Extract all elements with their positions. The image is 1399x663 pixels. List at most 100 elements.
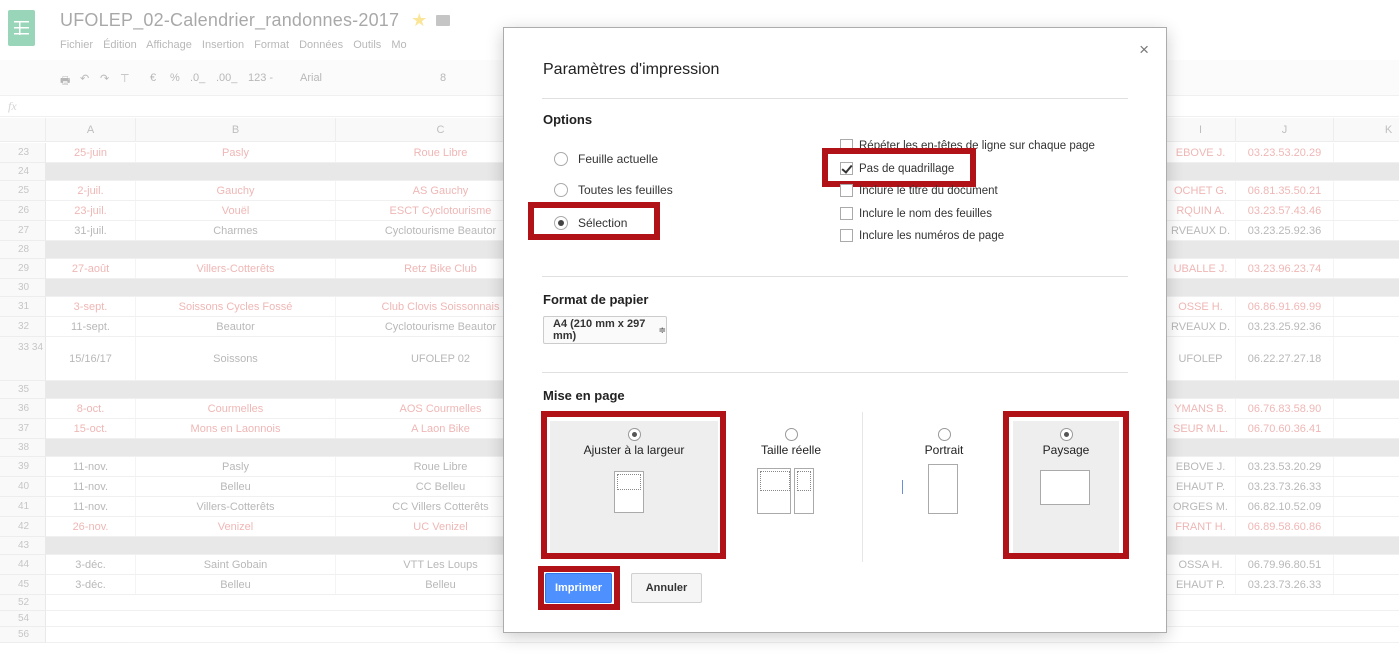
- table-cell[interactable]: ORGES M.: [1166, 497, 1236, 516]
- table-cell[interactable]: SEUR M.L.: [1166, 419, 1236, 438]
- table-cell[interactable]: EBOVE J.: [1166, 457, 1236, 476]
- checkbox-include-sheet-names[interactable]: Inclure le nom des feuilles: [840, 207, 992, 220]
- table-cell[interactable]: Belleu: [136, 575, 336, 594]
- table-cell[interactable]: 03.23.53.20.29: [1236, 143, 1334, 162]
- font-size-select[interactable]: 8: [440, 72, 446, 84]
- table-cell[interactable]: 26-nov.: [46, 517, 136, 536]
- table-cell[interactable]: 06.22.27.27.18: [1236, 337, 1334, 380]
- radio-current-sheet[interactable]: Feuille actuelle: [554, 152, 658, 166]
- row-number[interactable]: 52: [0, 595, 46, 611]
- table-cell[interactable]: 03.23.73.26.33: [1236, 477, 1334, 496]
- table-cell[interactable]: 3-sept.: [46, 297, 136, 316]
- row-number[interactable]: 25: [0, 181, 46, 201]
- undo-icon[interactable]: ↶: [80, 72, 89, 85]
- radio-selection[interactable]: Sélection: [554, 216, 627, 230]
- column-header[interactable]: B: [136, 118, 336, 142]
- menu-format[interactable]: Format: [254, 39, 289, 51]
- table-cell[interactable]: RQUIN A.: [1166, 201, 1236, 220]
- table-cell[interactable]: Mons en Laonnois: [136, 419, 336, 438]
- radio-all-sheets[interactable]: Toutes les feuilles: [554, 183, 673, 197]
- table-cell[interactable]: 03.23.53.20.29: [1236, 457, 1334, 476]
- document-title-text[interactable]: UFOLEP_02-Calendrier_randonnes-2017: [60, 10, 399, 30]
- table-cell[interactable]: 06.81.35.50.21: [1236, 181, 1334, 200]
- close-icon[interactable]: ×: [1139, 40, 1149, 60]
- table-cell[interactable]: 06.79.96.80.51: [1236, 555, 1334, 574]
- table-cell[interactable]: OSSA H.: [1166, 555, 1236, 574]
- checkbox[interactable]: [840, 207, 853, 220]
- row-number[interactable]: 43: [0, 537, 46, 555]
- paint-format-icon[interactable]: ⊤: [120, 72, 130, 85]
- checkbox-repeat-headers[interactable]: Répéter les en-têtes de ligne sur chaque…: [840, 139, 1095, 152]
- row-number[interactable]: 54: [0, 611, 46, 627]
- table-cell[interactable]: RVEAUX D.: [1166, 221, 1236, 240]
- table-cell[interactable]: 06.76.83.58.90: [1236, 399, 1334, 418]
- print-button[interactable]: Imprimer: [545, 573, 612, 603]
- layout-fit-width[interactable]: Ajuster à la largeur: [550, 428, 718, 457]
- row-number[interactable]: 28: [0, 241, 46, 259]
- row-number[interactable]: 31: [0, 297, 46, 317]
- row-number[interactable]: 32: [0, 317, 46, 337]
- row-number[interactable]: 29: [0, 259, 46, 279]
- row-number[interactable]: 23: [0, 143, 46, 163]
- checkbox-include-page-numbers[interactable]: Inclure les numéros de page: [840, 229, 1004, 242]
- table-cell[interactable]: 31-juil.: [46, 221, 136, 240]
- table-cell[interactable]: 11-nov.: [46, 497, 136, 516]
- table-cell[interactable]: Charmes: [136, 221, 336, 240]
- table-cell[interactable]: UBALLE J.: [1166, 259, 1236, 278]
- paper-size-select[interactable]: A4 (210 mm x 297 mm) ≑: [543, 316, 667, 344]
- row-number[interactable]: 40: [0, 477, 46, 497]
- table-cell[interactable]: Beautor: [136, 317, 336, 336]
- table-cell[interactable]: YMANS B.: [1166, 399, 1236, 418]
- print-icon[interactable]: 🖶: [60, 72, 70, 91]
- cancel-button[interactable]: Annuler: [631, 573, 702, 603]
- checkbox-checked[interactable]: [840, 162, 853, 175]
- row-number[interactable]: 38: [0, 439, 46, 457]
- table-cell[interactable]: Pasly: [136, 143, 336, 162]
- table-cell[interactable]: EHAUT P.: [1166, 477, 1236, 496]
- table-cell[interactable]: 25-juin: [46, 143, 136, 162]
- row-number[interactable]: 42: [0, 517, 46, 537]
- table-cell[interactable]: 15/16/17: [46, 337, 136, 380]
- table-cell[interactable]: 23-juil.: [46, 201, 136, 220]
- folder-icon[interactable]: [435, 15, 450, 26]
- table-cell[interactable]: 03.23.25.92.36: [1236, 317, 1334, 336]
- decrease-decimals-button[interactable]: .0_: [190, 72, 205, 84]
- table-cell[interactable]: Saint Gobain: [136, 555, 336, 574]
- table-cell[interactable]: OCHET G.: [1166, 181, 1236, 200]
- row-number[interactable]: 24: [0, 163, 46, 181]
- checkbox[interactable]: [840, 139, 853, 152]
- table-cell[interactable]: EHAUT P.: [1166, 575, 1236, 594]
- table-cell[interactable]: 06.82.10.52.09: [1236, 497, 1334, 516]
- table-cell[interactable]: FRANT H.: [1166, 517, 1236, 536]
- column-header[interactable]: I: [1166, 118, 1236, 142]
- menu-fichier[interactable]: Fichier: [60, 39, 93, 51]
- table-cell[interactable]: 03.23.96.23.74: [1236, 259, 1334, 278]
- table-cell[interactable]: Belleu: [136, 477, 336, 496]
- table-cell[interactable]: Gauchy: [136, 181, 336, 200]
- menu-modules[interactable]: Mo: [391, 39, 406, 51]
- layout-portrait[interactable]: Portrait: [899, 428, 989, 457]
- radio-button-selected[interactable]: [627, 428, 641, 441]
- menu-donnees[interactable]: Données: [299, 39, 343, 51]
- row-number[interactable]: 44: [0, 555, 46, 575]
- row-number[interactable]: 45: [0, 575, 46, 595]
- radio-button[interactable]: [554, 183, 568, 197]
- table-cell[interactable]: 2-juil.: [46, 181, 136, 200]
- table-cell[interactable]: 03.23.57.43.46: [1236, 201, 1334, 220]
- row-number[interactable]: 33 34: [0, 337, 46, 381]
- row-number[interactable]: 35: [0, 381, 46, 399]
- table-cell[interactable]: RVEAUX D.: [1166, 317, 1236, 336]
- checkbox-include-title[interactable]: Inclure le titre du document: [840, 184, 998, 197]
- layout-actual-size[interactable]: Taille réelle: [746, 428, 836, 457]
- radio-button[interactable]: [554, 152, 568, 166]
- column-header[interactable]: A: [46, 118, 136, 142]
- row-number[interactable]: 41: [0, 497, 46, 517]
- column-header[interactable]: J: [1236, 118, 1334, 142]
- table-cell[interactable]: 03.23.73.26.33: [1236, 575, 1334, 594]
- table-cell[interactable]: 06.86.91.69.99: [1236, 297, 1334, 316]
- table-cell[interactable]: 03.23.25.92.36: [1236, 221, 1334, 240]
- radio-button[interactable]: [784, 428, 798, 441]
- table-cell[interactable]: Villers-Cotterêts: [136, 497, 336, 516]
- table-cell[interactable]: Soissons: [136, 337, 336, 380]
- table-cell[interactable]: Vouël: [136, 201, 336, 220]
